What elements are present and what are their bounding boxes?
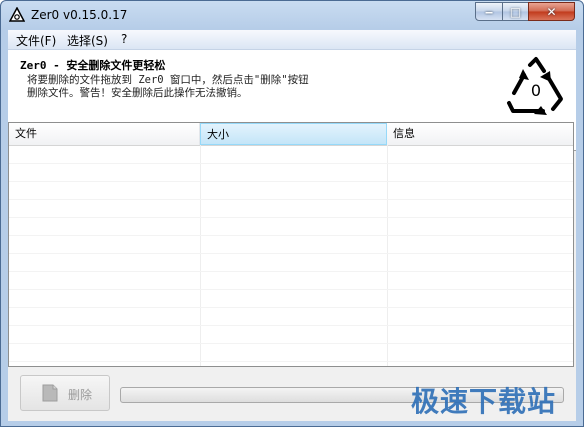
column-header-size[interactable]: 大小 bbox=[200, 123, 387, 145]
client-area: 文件(F) 选择(S) ? Zer0 - 安全删除文件更轻松 将要删除的文件拖放… bbox=[8, 30, 576, 421]
menu-file[interactable]: 文件(F) bbox=[16, 32, 56, 49]
row-gridline bbox=[9, 253, 573, 254]
delete-button[interactable]: 删除 bbox=[20, 375, 110, 411]
row-gridline bbox=[9, 361, 573, 362]
maximize-icon: □ bbox=[509, 4, 522, 19]
minimize-icon: ‒ bbox=[484, 4, 494, 19]
close-icon: ✕ bbox=[546, 4, 557, 19]
menu-bar: 文件(F) 选择(S) ? bbox=[8, 30, 576, 50]
banner-description: 将要删除的文件拖放到 Zer0 窗口中，然后点击"删除"按钮 删除文件。警告！安… bbox=[27, 74, 309, 99]
row-gridline bbox=[9, 307, 573, 308]
row-gridline bbox=[9, 289, 573, 290]
recycle-logo-icon: 0 bbox=[507, 57, 563, 115]
delete-button-label: 删除 bbox=[68, 388, 93, 402]
list-header: 文件 大小 信息 bbox=[9, 123, 573, 146]
row-gridline bbox=[9, 199, 573, 200]
app-window: Zer0 v0.15.0.17 ‒ □ ✕ 文件(F) 选择(S) ? Zer0… bbox=[0, 0, 584, 427]
row-gridline bbox=[9, 235, 573, 236]
row-gridline bbox=[9, 325, 573, 326]
row-gridline bbox=[9, 217, 573, 218]
delete-icon bbox=[42, 384, 58, 402]
minimize-button[interactable]: ‒ bbox=[475, 2, 503, 21]
column-header-file[interactable]: 文件 bbox=[9, 123, 200, 145]
menu-select[interactable]: 选择(S) bbox=[67, 32, 108, 49]
row-gridline bbox=[9, 271, 573, 272]
menu-help[interactable]: ? bbox=[121, 32, 127, 46]
title-bar[interactable]: Zer0 v0.15.0.17 ‒ □ ✕ bbox=[1, 1, 583, 29]
column-divider bbox=[200, 145, 201, 366]
logo-digit: 0 bbox=[531, 81, 541, 100]
window-title: Zer0 v0.15.0.17 bbox=[31, 8, 128, 22]
file-list[interactable]: 文件 大小 信息 bbox=[8, 122, 574, 367]
recycle-icon bbox=[9, 7, 25, 22]
close-button[interactable]: ✕ bbox=[528, 2, 575, 21]
watermark: 极速下载站 bbox=[411, 385, 557, 418]
row-gridline bbox=[9, 181, 573, 182]
column-header-info[interactable]: 信息 bbox=[387, 123, 573, 145]
banner-title: Zer0 - 安全删除文件更轻松 bbox=[20, 59, 166, 72]
maximize-button[interactable]: □ bbox=[502, 2, 529, 21]
column-divider bbox=[387, 145, 388, 366]
row-gridline bbox=[9, 163, 573, 164]
row-gridline bbox=[9, 343, 573, 344]
